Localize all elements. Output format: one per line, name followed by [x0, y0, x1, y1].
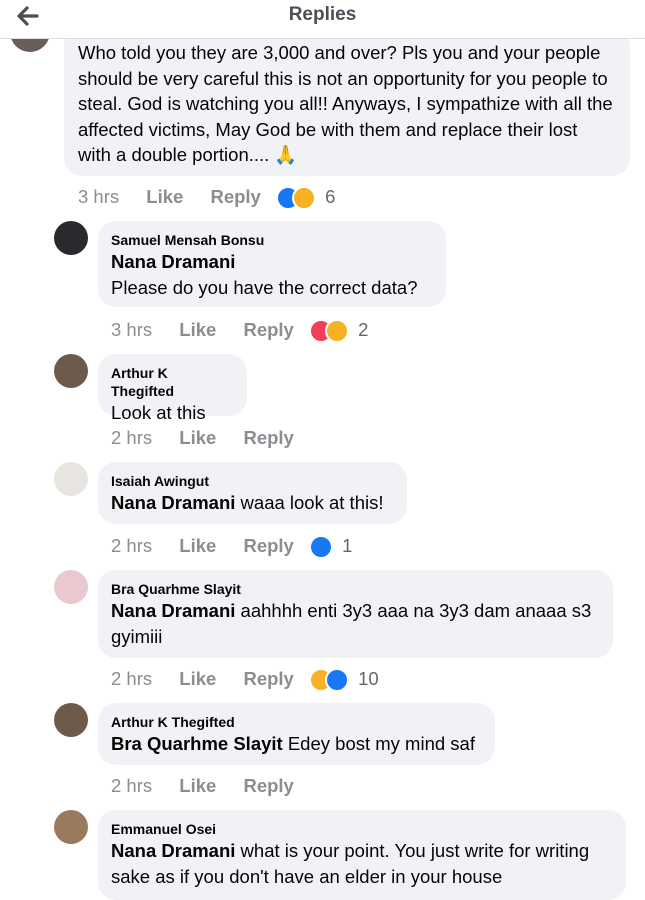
like-button[interactable]: Like	[146, 185, 183, 209]
comment-time: 2 hrs	[111, 668, 153, 690]
mention-link[interactable]: Nana Dramani	[111, 600, 235, 621]
comment-time: 2 hrs	[111, 775, 153, 797]
like-button[interactable]: Like	[179, 534, 216, 558]
comment-author[interactable]: Arthur K Thegifted	[111, 713, 482, 731]
reply-bubble: Isaiah Awingut Nana Dramani waaa look at…	[98, 462, 407, 524]
like-reaction-icon	[308, 534, 333, 559]
root-comment-text: Who told you they are 3,000 and over? Pl…	[78, 42, 613, 166]
reply-bubble: Samuel Mensah Bonsu Nana Dramani Please …	[98, 221, 446, 307]
root-comment-actions: 3 hrs Like Reply 6	[78, 184, 336, 210]
comment-text: Look at this	[111, 402, 206, 423]
reaction-count: 2	[358, 319, 369, 341]
avatar[interactable]	[54, 810, 88, 844]
reaction-summary[interactable]	[308, 534, 333, 559]
avatar[interactable]	[54, 221, 88, 255]
reaction-summary[interactable]	[275, 185, 316, 210]
comment-author[interactable]: Bra Quarhme Slayit	[111, 580, 600, 598]
comment-time: 2 hrs	[111, 427, 153, 449]
like-button[interactable]: Like	[179, 774, 216, 798]
haha-reaction-icon	[324, 318, 349, 343]
comment-time: 3 hrs	[78, 186, 120, 208]
reply-button[interactable]: Reply	[243, 774, 293, 798]
reply-bubble: Emmanuel Osei Nana Dramani what is your …	[98, 810, 626, 900]
reply-button[interactable]: Reply	[243, 426, 293, 450]
reaction-count: 6	[325, 186, 336, 208]
comment-time: 3 hrs	[111, 319, 153, 341]
page-title: Replies	[288, 4, 357, 25]
reply-button[interactable]: Reply	[210, 185, 260, 209]
reply-button[interactable]: Reply	[243, 534, 293, 558]
comment-author[interactable]: Isaiah Awingut	[111, 472, 394, 490]
reply-actions: 2 hrs Like Reply	[111, 425, 294, 449]
avatar[interactable]	[54, 462, 88, 496]
reply-bubble: Arthur K Thegifted Bra Quarhme Slayit Ed…	[98, 703, 495, 765]
reply-button[interactable]: Reply	[243, 318, 293, 342]
comment-author[interactable]: Emmanuel Osei	[111, 820, 613, 838]
comment-text: Please do you have the correct data?	[111, 276, 418, 298]
like-button[interactable]: Like	[179, 318, 216, 342]
like-button[interactable]: Like	[179, 426, 216, 450]
reply-actions: 2 hrs Like Reply 10	[111, 666, 379, 692]
comment-author[interactable]: Samuel Mensah Bonsu	[111, 231, 433, 249]
avatar[interactable]	[54, 703, 88, 737]
comment-time: 2 hrs	[111, 535, 153, 557]
comment-author[interactable]: Arthur K Thegifted	[111, 364, 234, 400]
root-comment-bubble: Who told you they are 3,000 and over? Pl…	[64, 28, 630, 176]
avatar[interactable]	[54, 354, 88, 388]
reaction-summary[interactable]	[308, 667, 349, 692]
like-reaction-icon	[324, 667, 349, 692]
mention-link[interactable]: Nana Dramani	[111, 492, 235, 513]
mention-link[interactable]: Nana Dramani	[111, 249, 433, 275]
reply-bubble: Arthur K Thegifted Look at this	[98, 354, 247, 423]
like-button[interactable]: Like	[179, 667, 216, 691]
mention-link[interactable]: Bra Quarhme Slayit	[111, 733, 283, 754]
reaction-summary[interactable]	[308, 318, 349, 343]
comment-text: Edey bost my mind saf	[282, 733, 475, 754]
reply-bubble: Bra Quarhme Slayit Nana Dramani aahhhh e…	[98, 570, 613, 658]
comment-text: waaa look at this!	[235, 492, 384, 513]
reaction-count: 1	[342, 535, 353, 557]
reply-button[interactable]: Reply	[243, 667, 293, 691]
reply-actions: 3 hrs Like Reply 2	[111, 317, 369, 343]
reply-actions: 2 hrs Like Reply 1	[111, 533, 353, 559]
reply-actions: 2 hrs Like Reply	[111, 773, 294, 797]
haha-reaction-icon	[291, 185, 316, 210]
avatar[interactable]	[54, 570, 88, 604]
mention-link[interactable]: Nana Dramani	[111, 840, 235, 861]
top-bar: Replies	[0, 0, 645, 39]
reaction-count: 10	[358, 668, 379, 690]
